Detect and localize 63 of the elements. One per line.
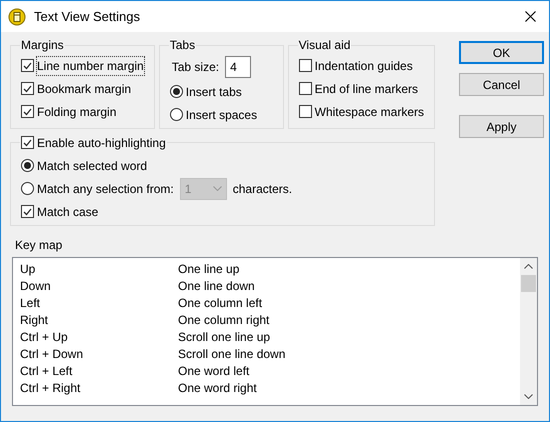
tab-size-label: Tab size: (172, 59, 220, 76)
checkbox[interactable] (298, 82, 312, 95)
key-cell-text: Up (20, 260, 36, 278)
key-cell-text: Ctrl + Left (20, 362, 74, 380)
checkbox[interactable] (21, 59, 34, 72)
checkbox-label[interactable]: Whitespace markers (314, 102, 424, 120)
checkmark-icon (23, 108, 32, 116)
radio-label[interactable]: Match any selection from: (37, 180, 174, 198)
action-cell-text: One line down (178, 278, 255, 294)
window-title: Text View Settings (34, 8, 140, 26)
dialog-button[interactable]: OK (459, 41, 544, 64)
action-cell-text: One word left (178, 362, 250, 380)
key-cell-text: Right (20, 312, 50, 328)
tab-size-field[interactable]: 4 (225, 56, 252, 78)
action-cell-text: One line up (178, 260, 240, 278)
group-title: Tabs (170, 38, 196, 52)
scrollbar[interactable] (520, 258, 537, 405)
radio-label[interactable]: Insert tabs (186, 82, 242, 100)
action-cell-text: Scroll one line up (178, 328, 270, 346)
close-icon[interactable] (525, 11, 536, 22)
group-title: Margins (21, 38, 64, 52)
checkmark-icon (23, 84, 32, 92)
scroll-up-icon[interactable] (524, 264, 533, 269)
checkbox[interactable] (298, 59, 312, 72)
checkmark-icon (23, 62, 32, 70)
dialog-button[interactable]: Apply (459, 115, 544, 138)
chevron-down-icon (212, 186, 222, 191)
checkbox-label[interactable]: Folding margin (37, 102, 116, 120)
checkbox[interactable] (298, 105, 312, 118)
action-cell-text: One column left (178, 294, 262, 312)
key-cell-text: Down (20, 278, 52, 294)
radio-label[interactable]: Insert spaces (186, 106, 258, 124)
checkbox-label[interactable]: Bookmark margin (37, 80, 132, 98)
scroll-down-icon[interactable] (524, 394, 533, 399)
checkbox-label[interactable]: Enable auto-highlighting (37, 134, 166, 152)
characters-label: characters. (232, 180, 292, 198)
key-cell-text: Ctrl + Up (20, 328, 69, 346)
checkbox-label[interactable]: End of line markers (314, 80, 418, 98)
checkbox[interactable] (21, 105, 34, 118)
action-cell-text: Scroll one line down (178, 346, 286, 362)
app-icon (8, 8, 26, 26)
radio-button[interactable] (21, 182, 34, 195)
group-title: Visual aid (298, 38, 350, 52)
key-cell-text: Left (20, 294, 42, 312)
checkbox-label[interactable]: Match case (37, 202, 98, 220)
checkbox[interactable] (21, 82, 34, 95)
checkmark-icon (23, 138, 32, 146)
dialog-button[interactable]: Cancel (459, 73, 544, 96)
radio-button[interactable] (170, 108, 183, 121)
checkbox-label[interactable]: Indentation guides (314, 56, 413, 74)
radio-button[interactable] (21, 159, 34, 172)
radio-label[interactable]: Match selected word (37, 156, 148, 174)
checkbox[interactable] (21, 205, 34, 218)
scroll-thumb[interactable] (521, 275, 536, 292)
action-cell-text: One word right (178, 380, 257, 396)
key-cell-text: Ctrl + Right (20, 380, 82, 396)
radio-button[interactable] (170, 85, 183, 98)
checkmark-icon (23, 208, 32, 216)
key-cell-text: Ctrl + Down (20, 346, 84, 362)
action-cell-text: One column right (178, 312, 270, 328)
checkbox[interactable] (21, 136, 34, 149)
checkbox-label[interactable]: Line number margin (37, 56, 144, 74)
key-map-label: Key map (15, 237, 64, 254)
